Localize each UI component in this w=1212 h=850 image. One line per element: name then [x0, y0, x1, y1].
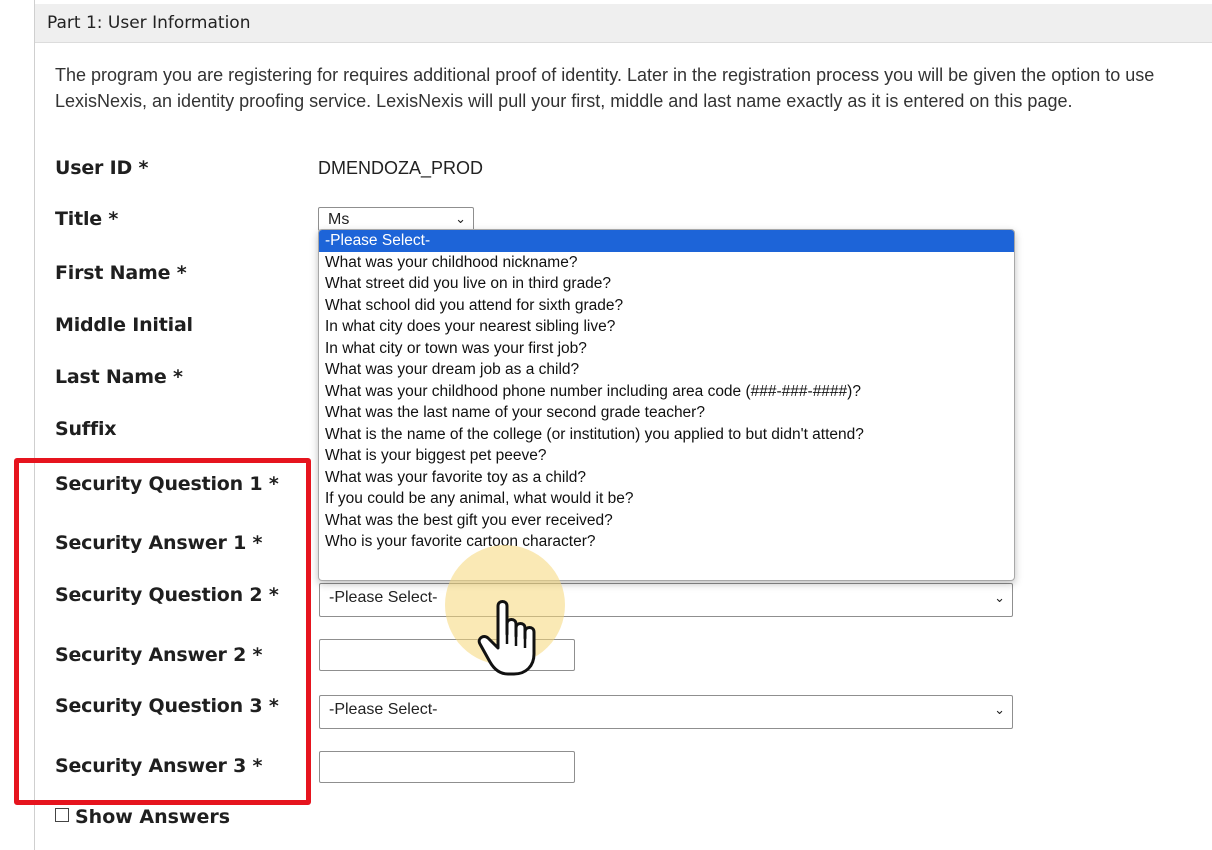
dropdown-option[interactable]: What was your childhood nickname? — [319, 252, 1014, 274]
chevron-down-icon: ⌄ — [455, 211, 466, 226]
dropdown-option[interactable]: In what city or town was your first job? — [319, 338, 1014, 360]
dropdown-option[interactable]: What is the name of the college (or inst… — [319, 424, 1014, 446]
dropdown-option[interactable]: What was your dream job as a child? — [319, 359, 1014, 381]
user-id-value: DMENDOZA_PROD — [318, 158, 484, 178]
dropdown-option[interactable]: Who is your favorite cartoon character? — [319, 531, 1014, 553]
suffix-label: Suffix — [55, 418, 117, 440]
section-title: Part 1: User Information — [47, 13, 251, 33]
first-name-label: First Name * — [55, 262, 187, 284]
dropdown-option-placeholder[interactable]: -Please Select- — [319, 230, 1014, 252]
dropdown-option[interactable]: What school did you attend for sixth gra… — [319, 295, 1014, 317]
hand-pointer-icon — [476, 598, 546, 683]
title-label: Title * — [55, 208, 119, 230]
title-select[interactable]: Ms ⌄ — [318, 207, 474, 231]
security-question-2-select[interactable]: -Please Select- ⌄ — [319, 583, 1013, 617]
security-fields-highlight — [14, 458, 311, 805]
section-header: Part 1: User Information — [35, 4, 1212, 43]
show-answers-toggle[interactable]: Show Answers — [55, 806, 230, 828]
chevron-down-icon: ⌄ — [994, 702, 1005, 717]
chevron-down-icon: ⌄ — [994, 590, 1005, 605]
dropdown-option[interactable]: What was the last name of your second gr… — [319, 402, 1014, 424]
dropdown-option[interactable]: If you could be any animal, what would i… — [319, 488, 1014, 510]
security-question-2-value: -Please Select- — [329, 589, 438, 606]
user-id-label: User ID * — [55, 157, 149, 179]
dropdown-option[interactable]: In what city does your nearest sibling l… — [319, 316, 1014, 338]
dropdown-option[interactable]: What is your biggest pet peeve? — [319, 445, 1014, 467]
security-answer-3-input[interactable] — [319, 751, 575, 783]
dropdown-option[interactable]: What was your favorite toy as a child? — [319, 467, 1014, 489]
security-question-3-value: -Please Select- — [329, 701, 438, 718]
dropdown-option[interactable]: What was your childhood phone number inc… — [319, 381, 1014, 403]
title-select-value: Ms — [328, 211, 350, 228]
checkbox-icon[interactable] — [55, 808, 69, 822]
security-question-3-select[interactable]: -Please Select- ⌄ — [319, 695, 1013, 729]
middle-initial-label: Middle Initial — [55, 314, 193, 336]
intro-paragraph: The program you are registering for requ… — [55, 65, 1155, 111]
dropdown-option[interactable]: What street did you live on in third gra… — [319, 273, 1014, 295]
security-question-dropdown-list[interactable]: -Please Select- What was your childhood n… — [318, 229, 1015, 581]
dropdown-option[interactable]: What was the best gift you ever received… — [319, 510, 1014, 532]
last-name-label: Last Name * — [55, 366, 183, 388]
show-answers-label: Show Answers — [75, 806, 231, 828]
